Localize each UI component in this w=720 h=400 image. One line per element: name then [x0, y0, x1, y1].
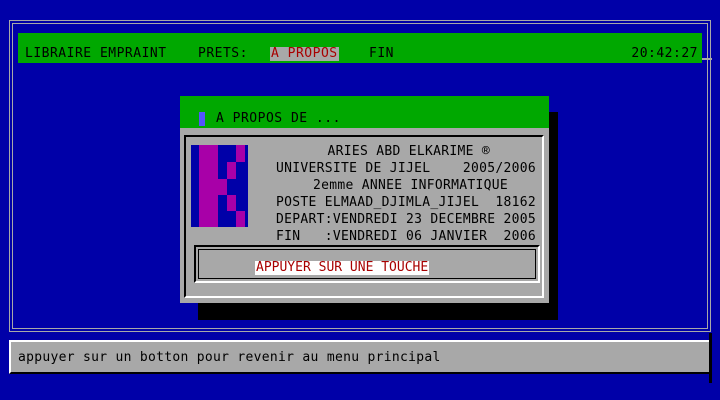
- author-line: ARIES ABD ELKARIME ®: [327, 144, 490, 159]
- status-bar-edge: [709, 333, 712, 383]
- about-dialog: A PROPOS DE ... ARIES ABD ELKARIME ® UNI…: [180, 96, 549, 303]
- dialog-title: A PROPOS DE ...: [216, 111, 341, 126]
- dialog-body: ARIES ABD ELKARIME ® UNIVERSITE DE JIJEL…: [184, 135, 544, 298]
- k-logo-icon: [191, 145, 248, 227]
- post-line: POSTE ELMAAD_DJIMLA_JIJEL 18162: [275, 195, 536, 210]
- continue-button-inner: APPUYER SUR UNE TOUCHE: [198, 249, 536, 279]
- menu-bar: LIBRAIRE EMPRAINT PRETS: A PROPOS FIN 20…: [18, 33, 702, 63]
- status-bar: appuyer sur un botton pour revenir au me…: [9, 340, 711, 374]
- university-line: UNIVERSITE DE JIJEL 2005/2006: [275, 161, 536, 176]
- menu-item-fin[interactable]: FIN: [369, 47, 394, 61]
- continue-button[interactable]: APPUYER SUR UNE TOUCHE: [194, 245, 540, 283]
- menu-item-librairie[interactable]: LIBRAIRE EMPRAINT: [25, 47, 167, 61]
- year-line: 2emme ANNEE INFORMATIQUE: [312, 178, 508, 193]
- clock: 20:42:27: [631, 46, 698, 61]
- dialog-title-bar: A PROPOS DE ...: [180, 96, 549, 128]
- menu-item-a-propos[interactable]: A PROPOS: [270, 47, 339, 61]
- status-message: appuyer sur un botton pour revenir au me…: [18, 350, 441, 365]
- window-close-box-icon[interactable]: [199, 112, 205, 126]
- continue-button-label: APPUYER SUR UNE TOUCHE: [255, 260, 430, 275]
- text-cursor: [702, 58, 712, 60]
- start-date-line: DEPART:VENDREDI 23 DECEMBRE 2005: [275, 212, 536, 227]
- end-date-line: FIN :VENDREDI 06 JANVIER 2006: [275, 229, 536, 244]
- menu-item-prets[interactable]: PRETS:: [198, 47, 248, 61]
